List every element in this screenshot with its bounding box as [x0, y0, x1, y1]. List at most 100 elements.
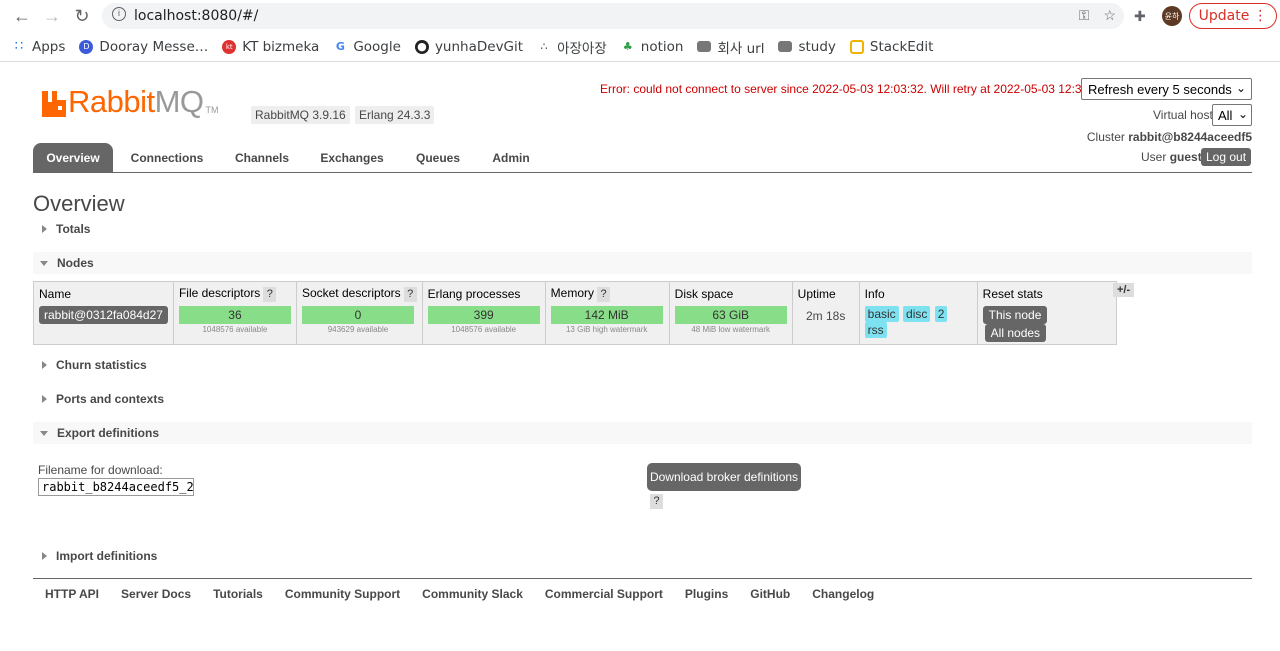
reload-icon[interactable]: ↻ — [70, 4, 94, 28]
forward-icon[interactable]: → — [40, 4, 64, 28]
col-info: Info — [858, 281, 978, 304]
section-export[interactable]: Export definitions — [33, 422, 1252, 444]
stackedit-icon — [849, 39, 864, 54]
download-definitions-button[interactable]: Download broker definitions — [647, 463, 801, 491]
footer-links: HTTP API Server Docs Tutorials Community… — [33, 578, 1252, 608]
footer-link-tutorials[interactable]: Tutorials — [213, 587, 263, 601]
info-badge-basic[interactable]: basic — [864, 305, 899, 322]
info-icon[interactable]: i — [112, 7, 126, 21]
filename-input[interactable]: rabbit_b8244aceedf5_2022-5-3.json — [38, 478, 194, 496]
section-label: Totals — [56, 222, 91, 236]
footer-link-community-support[interactable]: Community Support — [285, 587, 400, 601]
section-churn[interactable]: Churn statistics — [33, 354, 1252, 376]
section-import[interactable]: Import definitions — [33, 545, 1252, 567]
dooray-icon: D — [79, 39, 94, 54]
rabbit-logo-icon — [42, 91, 66, 117]
info-badge-rss[interactable]: rss — [864, 321, 887, 338]
footer-link-changelog[interactable]: Changelog — [812, 587, 874, 601]
logo-tm: TM — [205, 105, 219, 115]
avatar[interactable]: 윤하 — [1162, 6, 1182, 26]
folder-icon — [697, 41, 712, 52]
rabbitmq-page: RabbitMQ TM RabbitMQ 3.9.16 Erlang 24.3.… — [0, 63, 1280, 651]
footer-link-server-docs[interactable]: Server Docs — [121, 587, 191, 601]
help-button[interactable]: ? — [403, 286, 417, 302]
help-button[interactable]: ? — [597, 286, 611, 302]
address-bar[interactable]: i localhost:8080/#/ ⚿ ☆ — [102, 3, 1124, 29]
tab-overview[interactable]: Overview — [33, 143, 113, 173]
file-descriptors-available: 1048576 available — [202, 324, 268, 334]
footer-link-http-api[interactable]: HTTP API — [45, 587, 99, 601]
cell-disk-space: 63 GiB 48 MiB low watermark — [668, 303, 793, 345]
section-ports[interactable]: Ports and contexts — [33, 388, 1252, 410]
erlang-processes-bar: 399 — [427, 305, 540, 324]
tab-channels[interactable]: Channels — [225, 143, 299, 172]
memory-watermark: 13 GiB high watermark — [565, 324, 648, 334]
cell-file-descriptors: 36 1048576 available — [172, 303, 297, 345]
tab-admin[interactable]: Admin — [483, 143, 539, 172]
footer-link-commercial-support[interactable]: Commercial Support — [545, 587, 663, 601]
collapse-icon — [40, 430, 48, 436]
bookmark-label: Google — [353, 38, 401, 55]
help-button[interactable]: ? — [650, 494, 663, 509]
bookmark-company-url[interactable]: 회사 url — [697, 37, 764, 57]
vhost-value: All — [1218, 107, 1233, 123]
section-label: Ports and contexts — [56, 392, 165, 406]
update-button[interactable]: Update ⋮ — [1189, 3, 1277, 29]
url-text[interactable]: localhost:8080/#/ — [134, 8, 258, 24]
error-message: Error: could not connect to server since… — [600, 82, 1109, 96]
section-label: Churn statistics — [56, 358, 147, 372]
bookmark-dooray[interactable]: D Dooray Messe… — [79, 39, 208, 55]
footer-link-github[interactable]: GitHub — [750, 587, 790, 601]
bookmark-study[interactable]: study — [778, 38, 836, 55]
tab-queues[interactable]: Queues — [406, 143, 470, 172]
tab-exchanges[interactable]: Exchanges — [313, 143, 391, 172]
nodes-table: Name File descriptors? Socket descriptor… — [33, 281, 1117, 345]
col-name: Name — [33, 281, 174, 304]
bookmark-label: study — [798, 38, 836, 55]
back-icon[interactable]: ← — [10, 4, 34, 28]
expand-icon — [42, 225, 47, 233]
footer-link-community-slack[interactable]: Community Slack — [422, 587, 523, 601]
disk-space-watermark: 48 MiB low watermark — [691, 324, 771, 334]
bookmark-kt[interactable]: kt KT bizmeka — [222, 39, 319, 55]
info-badge-disc[interactable]: disc — [903, 305, 931, 322]
tab-connections[interactable]: Connections — [123, 143, 211, 172]
file-descriptors-bar: 36 — [178, 305, 291, 324]
refresh-value: Refresh every 5 seconds — [1088, 81, 1232, 97]
columns-toggle-button[interactable]: +/- — [1113, 283, 1135, 297]
info-badge-count[interactable]: 2 — [934, 305, 948, 322]
bookmark-google[interactable]: G Google — [333, 39, 401, 55]
star-icon[interactable]: ☆ — [1103, 7, 1116, 24]
bookmark-label: StackEdit — [869, 38, 934, 55]
expand-icon — [42, 552, 47, 560]
section-totals[interactable]: Totals — [33, 218, 1252, 240]
rabbitmq-logo[interactable]: RabbitMQ TM — [42, 84, 219, 119]
refresh-select[interactable]: Refresh every 5 seconds ⌄ — [1081, 78, 1252, 100]
extensions-icon[interactable]: ✚ — [1134, 8, 1146, 25]
help-button[interactable]: ? — [263, 286, 277, 302]
bookmark-github[interactable]: ● yunhaDevGit — [414, 38, 524, 55]
vhost-select[interactable]: All ⌄ — [1212, 104, 1252, 126]
expand-icon — [42, 395, 47, 403]
col-file-descriptors: File descriptors? — [172, 281, 297, 304]
cluster-label: Cluster — [1086, 130, 1125, 144]
tree-icon: ∴ — [540, 40, 548, 53]
apps-grid-icon: ∷ — [14, 39, 24, 54]
bookmark-label: yunhaDevGit — [434, 38, 524, 55]
logo-rabbit: Rabbit — [68, 84, 155, 119]
bookmark-ajang[interactable]: ∴ 아장아장 — [537, 37, 607, 57]
section-nodes[interactable]: Nodes — [33, 252, 1252, 274]
erlang-processes-available: 1048576 available — [451, 324, 517, 334]
bookmark-apps[interactable]: ∷ Apps — [12, 39, 66, 55]
github-icon: ● — [414, 39, 429, 54]
clover-icon: ♣ — [622, 40, 633, 53]
footer-link-plugins[interactable]: Plugins — [685, 587, 728, 601]
folder-icon — [778, 41, 793, 52]
reset-this-node-button[interactable]: This node — [982, 305, 1048, 324]
reset-all-nodes-button[interactable]: All nodes — [984, 323, 1047, 342]
cell-erlang-processes: 399 1048576 available — [421, 303, 546, 345]
key-icon[interactable]: ⚿ — [1079, 7, 1090, 24]
bookmark-notion[interactable]: ♣ notion — [621, 39, 684, 55]
node-link[interactable]: rabbit@0312fa084d27 — [39, 305, 168, 324]
bookmark-stackedit[interactable]: StackEdit — [849, 38, 934, 55]
